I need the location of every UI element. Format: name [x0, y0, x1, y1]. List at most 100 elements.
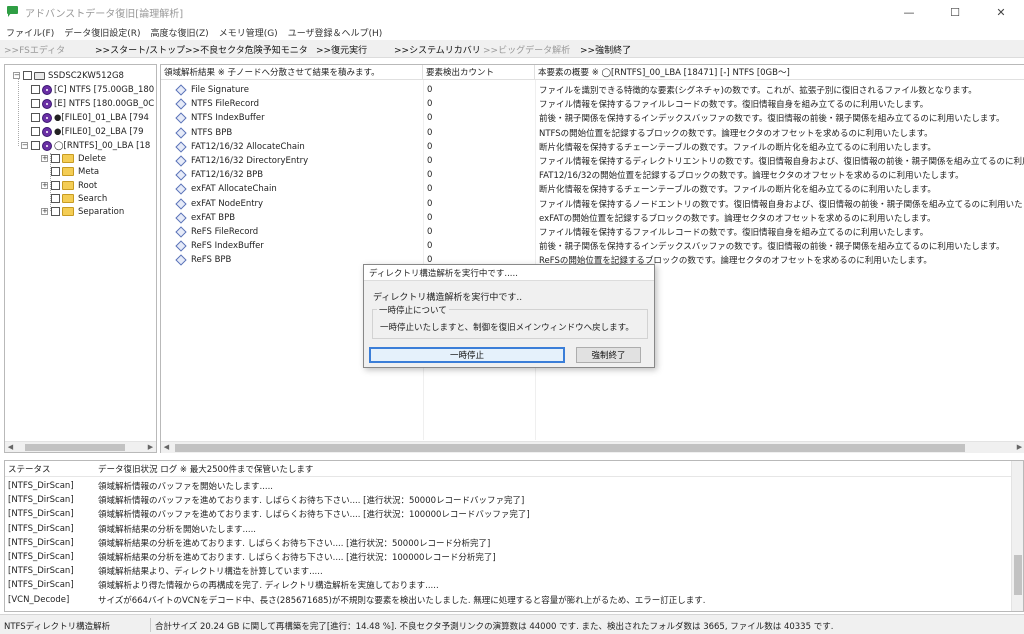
- log-row[interactable]: [NTFS_DirScan] 領域解析結果の分析を進めております. しばらくお待ち…: [5, 536, 1010, 550]
- checkbox[interactable]: [31, 99, 40, 108]
- checkbox[interactable]: [31, 141, 40, 150]
- scroll-thumb[interactable]: [175, 444, 965, 452]
- log-row[interactable]: [NTFS_DirScan] 領域解析結果より、ディレクトリ構造を計算しています.…: [5, 564, 1010, 578]
- collapse-icon[interactable]: −: [13, 72, 20, 79]
- tree-node-volume[interactable]: ●[FILE0]_02_LBA [79: [31, 125, 144, 138]
- tree-node-folder-search[interactable]: Search: [51, 192, 107, 205]
- volume-icon: [42, 98, 52, 109]
- result-count: 0: [427, 212, 433, 223]
- log-row[interactable]: [VCN_Decode] サイズが664バイトのVCNをデコード中、長さ(2856…: [5, 593, 1010, 607]
- status-bar: NTFSディレクトリ構造解析 合計サイズ 20.24 GB に関して再構築を完了…: [0, 614, 1024, 634]
- result-row[interactable]: NTFS FileRecord 0 ファイル情報を保持するファイルレコードの数です。…: [161, 97, 1024, 111]
- disk-icon: [34, 71, 45, 80]
- folder-icon: [62, 207, 74, 216]
- expand-icon[interactable]: +: [41, 208, 48, 215]
- log-row[interactable]: [NTFS_DirScan] 領域解析より得た情報からの再構成を完了. ディレクト…: [5, 578, 1010, 592]
- log-vertical-scrollbar[interactable]: [1011, 461, 1023, 611]
- bad-sector-monitor-button[interactable]: >>不良セクタ危険予知モニタ: [185, 43, 308, 56]
- dialog-force-quit-button[interactable]: 強制終了: [576, 347, 641, 363]
- result-description: ファイル情報を保持するファイルレコードの数です。復旧情報自身を組み立てるのに利用…: [539, 100, 929, 111]
- checkbox[interactable]: [51, 181, 60, 190]
- restore-button[interactable]: >>復元実行: [316, 43, 367, 56]
- checkbox[interactable]: [31, 85, 40, 94]
- result-row[interactable]: FAT12/16/32 DirectoryEntry 0 ファイル情報を保持するディ…: [161, 154, 1024, 168]
- menu-recovery-settings[interactable]: データ復旧設定(R): [64, 26, 140, 39]
- tree-node-folder-separation[interactable]: + Separation: [41, 205, 124, 218]
- result-row[interactable]: exFAT NodeEntry 0 ファイル情報を保持するノードエントリの数です。復…: [161, 197, 1024, 211]
- result-count: 0: [427, 113, 433, 124]
- log-row[interactable]: [NTFS_DirScan] 領域解析情報のバッファを開始いたします.....: [5, 479, 1010, 493]
- result-row[interactable]: FAT12/16/32 BPB 0 FAT12/16/32の開始位置を記録するブロッ…: [161, 168, 1024, 182]
- tree-node-folder-root[interactable]: + Root: [41, 179, 97, 192]
- checkbox[interactable]: [51, 167, 60, 176]
- pause-button[interactable]: 一時停止: [369, 347, 565, 363]
- log-row[interactable]: [NTFS_DirScan] 領域解析結果の分析を開始いたします.....: [5, 522, 1010, 536]
- tree-node-volume[interactable]: [C] NTFS [75.00GB_180: [31, 83, 154, 96]
- log-row[interactable]: [NTFS_DirScan] 領域解析情報のバッファを進めております. しばらくお…: [5, 493, 1010, 507]
- checkbox[interactable]: [51, 207, 60, 216]
- checkbox[interactable]: [51, 154, 60, 163]
- tree-node-folder-delete[interactable]: + Delete: [41, 152, 106, 165]
- fs-editor-button[interactable]: >>FSエディタ: [4, 43, 65, 56]
- checkbox[interactable]: [51, 194, 60, 203]
- result-row[interactable]: NTFS IndexBuffer 0 前後・親子関係を保持するインデックスバッファの…: [161, 111, 1024, 125]
- log-status: [NTFS_DirScan]: [8, 566, 74, 577]
- result-description: NTFSの開始位置を記録するブロックの数です。論理セクタのオフセットを求めるのに…: [539, 128, 933, 139]
- tree-label: SSDSC2KW512G8: [48, 70, 124, 81]
- checkbox[interactable]: [31, 127, 40, 136]
- expand-icon[interactable]: +: [41, 182, 48, 189]
- maximize-button[interactable]: ☐: [932, 0, 978, 24]
- menu-registration-help[interactable]: ユーザ登録＆ヘルプ(H): [288, 26, 383, 39]
- log-header-status[interactable]: ステータス: [8, 461, 51, 477]
- expand-icon[interactable]: +: [41, 155, 48, 162]
- element-type-icon: [175, 98, 187, 110]
- menu-memory-management[interactable]: メモリ管理(G): [219, 26, 278, 39]
- scroll-right-icon[interactable]: ▶: [1014, 442, 1024, 453]
- result-row[interactable]: ReFS FileRecord 0 ファイル情報を保持するファイルレコードの数です。…: [161, 225, 1024, 239]
- log-row[interactable]: [NTFS_DirScan] 領域解析結果の分析を進めております. しばらくお待ち…: [5, 550, 1010, 564]
- menu-advanced-recovery[interactable]: 高度な復旧(Z): [150, 26, 208, 39]
- system-recovery-button[interactable]: >>システムリカバリ: [394, 43, 481, 56]
- scroll-thumb[interactable]: [25, 444, 125, 451]
- collapse-icon[interactable]: −: [21, 142, 28, 149]
- result-row[interactable]: ReFS IndexBuffer 0 前後・親子関係を保持するインデックスバッファの…: [161, 239, 1024, 253]
- checkbox[interactable]: [23, 71, 32, 80]
- tree-horizontal-scrollbar[interactable]: ◀ ▶: [5, 441, 156, 452]
- result-description: ファイル情報を保持するファイルレコードの数です。復旧情報自身を組み立てるのに利用…: [539, 228, 929, 238]
- scroll-thumb[interactable]: [1014, 555, 1022, 595]
- checkbox[interactable]: [31, 113, 40, 122]
- log-message: 領域解析より得た情報からの再構成を完了. ディレクトリ構造解析を実施しております…: [98, 581, 439, 592]
- result-count: 0: [427, 198, 433, 209]
- start-stop-button[interactable]: >>スタート/ストップ: [95, 43, 185, 56]
- menu-file[interactable]: ファイル(F): [6, 26, 54, 39]
- log-header-message[interactable]: データ復旧状況 ログ ※ 最大2500件まで保管いたします: [98, 461, 313, 477]
- force-quit-button[interactable]: >>強制終了: [580, 43, 631, 56]
- tree-node-folder-meta[interactable]: Meta: [51, 165, 99, 178]
- volume-icon: [42, 140, 52, 151]
- minimize-button[interactable]: —: [886, 0, 932, 24]
- log-message: 領域解析結果より、ディレクトリ構造を計算しています.....: [98, 567, 323, 578]
- big-data-analysis-button[interactable]: >>ビッグデータ解析: [483, 43, 570, 56]
- log-status: [NTFS_DirScan]: [8, 495, 74, 506]
- result-name-cell: ReFS IndexBuffer: [175, 239, 421, 253]
- scroll-left-icon[interactable]: ◀: [5, 442, 16, 452]
- group-text: 一時停止いたしますと、制御を復旧メインウィンドウへ戻します。: [380, 323, 634, 333]
- result-row[interactable]: FAT12/16/32 AllocateChain 0 断片化情報を保持するチェーン…: [161, 140, 1024, 154]
- column-header-count[interactable]: 要素検出カウント: [423, 65, 535, 80]
- result-row[interactable]: File Signature 0 ファイルを識別できる特徴的な要素(シグネチャ)の数…: [161, 83, 1024, 97]
- tree-node-disk[interactable]: − SSDSC2KW512G8: [13, 69, 124, 82]
- log-row[interactable]: [NTFS_DirScan] 領域解析情報のバッファを進めております. しばらくお…: [5, 507, 1010, 521]
- result-row[interactable]: exFAT BPB 0 exFATの開始位置を記録するブロックの数です。論理セクタの…: [161, 211, 1024, 225]
- result-row[interactable]: exFAT AllocateChain 0 断片化情報を保持するチェーンテーブルの数…: [161, 182, 1024, 196]
- tree-node-volume[interactable]: ●[FILE0]_01_LBA [794: [31, 111, 149, 124]
- tree-node-volume-selected[interactable]: − ◯[RNTFS]_00_LBA [18: [21, 139, 150, 152]
- result-row[interactable]: NTFS BPB 0 NTFSの開始位置を記録するブロックの数です。論理セクタのオフ…: [161, 126, 1024, 140]
- scroll-left-icon[interactable]: ◀: [161, 442, 172, 453]
- folder-icon: [62, 167, 74, 176]
- scroll-right-icon[interactable]: ▶: [145, 442, 156, 452]
- results-horizontal-scrollbar[interactable]: ◀ ▶: [161, 441, 1024, 453]
- column-header-result[interactable]: 領域解析結果 ※ 子ノードへ分散させて結果を積みます。: [161, 65, 423, 80]
- column-header-description[interactable]: 本要素の概要 ※ ◯[RNTFS]_00_LBA [18471] [-] NTF…: [535, 65, 1024, 80]
- close-button[interactable]: ✕: [978, 0, 1024, 24]
- tree-node-volume[interactable]: [E] NTFS [180.00GB_0C: [31, 97, 154, 110]
